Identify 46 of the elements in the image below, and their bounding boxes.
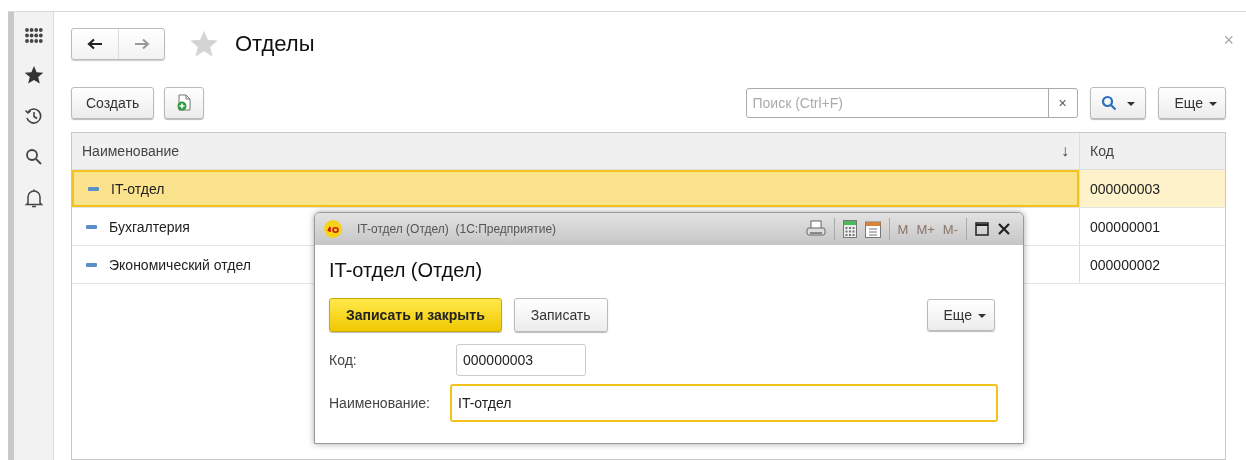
add-document-icon [176, 94, 193, 112]
table-cell: 000000001 [1090, 218, 1161, 235]
save-button[interactable]: Записать [513, 298, 608, 332]
more-button[interactable]: Еще [1157, 87, 1226, 119]
star-icon[interactable] [23, 65, 44, 85]
input-field[interactable]: 000000003 [456, 344, 586, 376]
close-icon[interactable] [997, 222, 1011, 236]
search-icon [1100, 95, 1117, 111]
save-and-close-button[interactable]: Записать и закрыть [329, 298, 502, 332]
app-logo-icon [323, 219, 343, 239]
more-button[interactable]: Еще [926, 299, 995, 331]
column-header[interactable]: Наименование ↓ [72, 133, 1079, 169]
create-copy-button[interactable] [164, 87, 205, 119]
caret-icon [1126, 101, 1135, 107]
table-cell: Экономический отдел [109, 256, 251, 273]
left-arrow-icon [87, 38, 103, 50]
column-header[interactable]: Код [1079, 133, 1225, 169]
window-title: IT-отдел (Отдел) (1С:Предприятие) [357, 222, 557, 236]
clear-button[interactable]: × [1047, 89, 1077, 117]
table-cell: 000000002 [1090, 256, 1161, 273]
item-icon [86, 224, 97, 229]
calendar-icon[interactable] [864, 220, 881, 238]
item-icon [86, 262, 97, 267]
search-options-button[interactable] [1089, 87, 1146, 119]
item-icon [88, 186, 99, 191]
right-arrow-icon [133, 38, 150, 50]
history-icon[interactable] [23, 106, 44, 126]
search-icon[interactable] [23, 147, 44, 167]
printer-icon[interactable] [805, 220, 826, 238]
table-cell: 000000003 [1090, 180, 1161, 197]
page-title: Отделы [235, 31, 315, 57]
bell-icon[interactable] [23, 188, 44, 208]
field-label: Наименование: [329, 395, 431, 411]
search-field[interactable]: Поиск (Ctrl+F) × [745, 88, 1078, 118]
form-heading: IT-отдел (Отдел) [329, 259, 484, 282]
caret-icon [1209, 101, 1217, 107]
input-field[interactable]: IT-отдел [450, 384, 998, 422]
table-cell: IT-отдел [111, 180, 165, 197]
calculator-icon[interactable] [842, 220, 857, 238]
create-button[interactable]: Создать [71, 87, 155, 119]
table-cell: Бухгалтерия [109, 218, 190, 235]
maximize-icon[interactable] [975, 222, 989, 236]
caret-icon [978, 313, 986, 319]
apps-grid-icon[interactable] [24, 28, 43, 44]
favorite-star-icon[interactable] [189, 30, 219, 58]
field-label: Код: [329, 352, 358, 368]
